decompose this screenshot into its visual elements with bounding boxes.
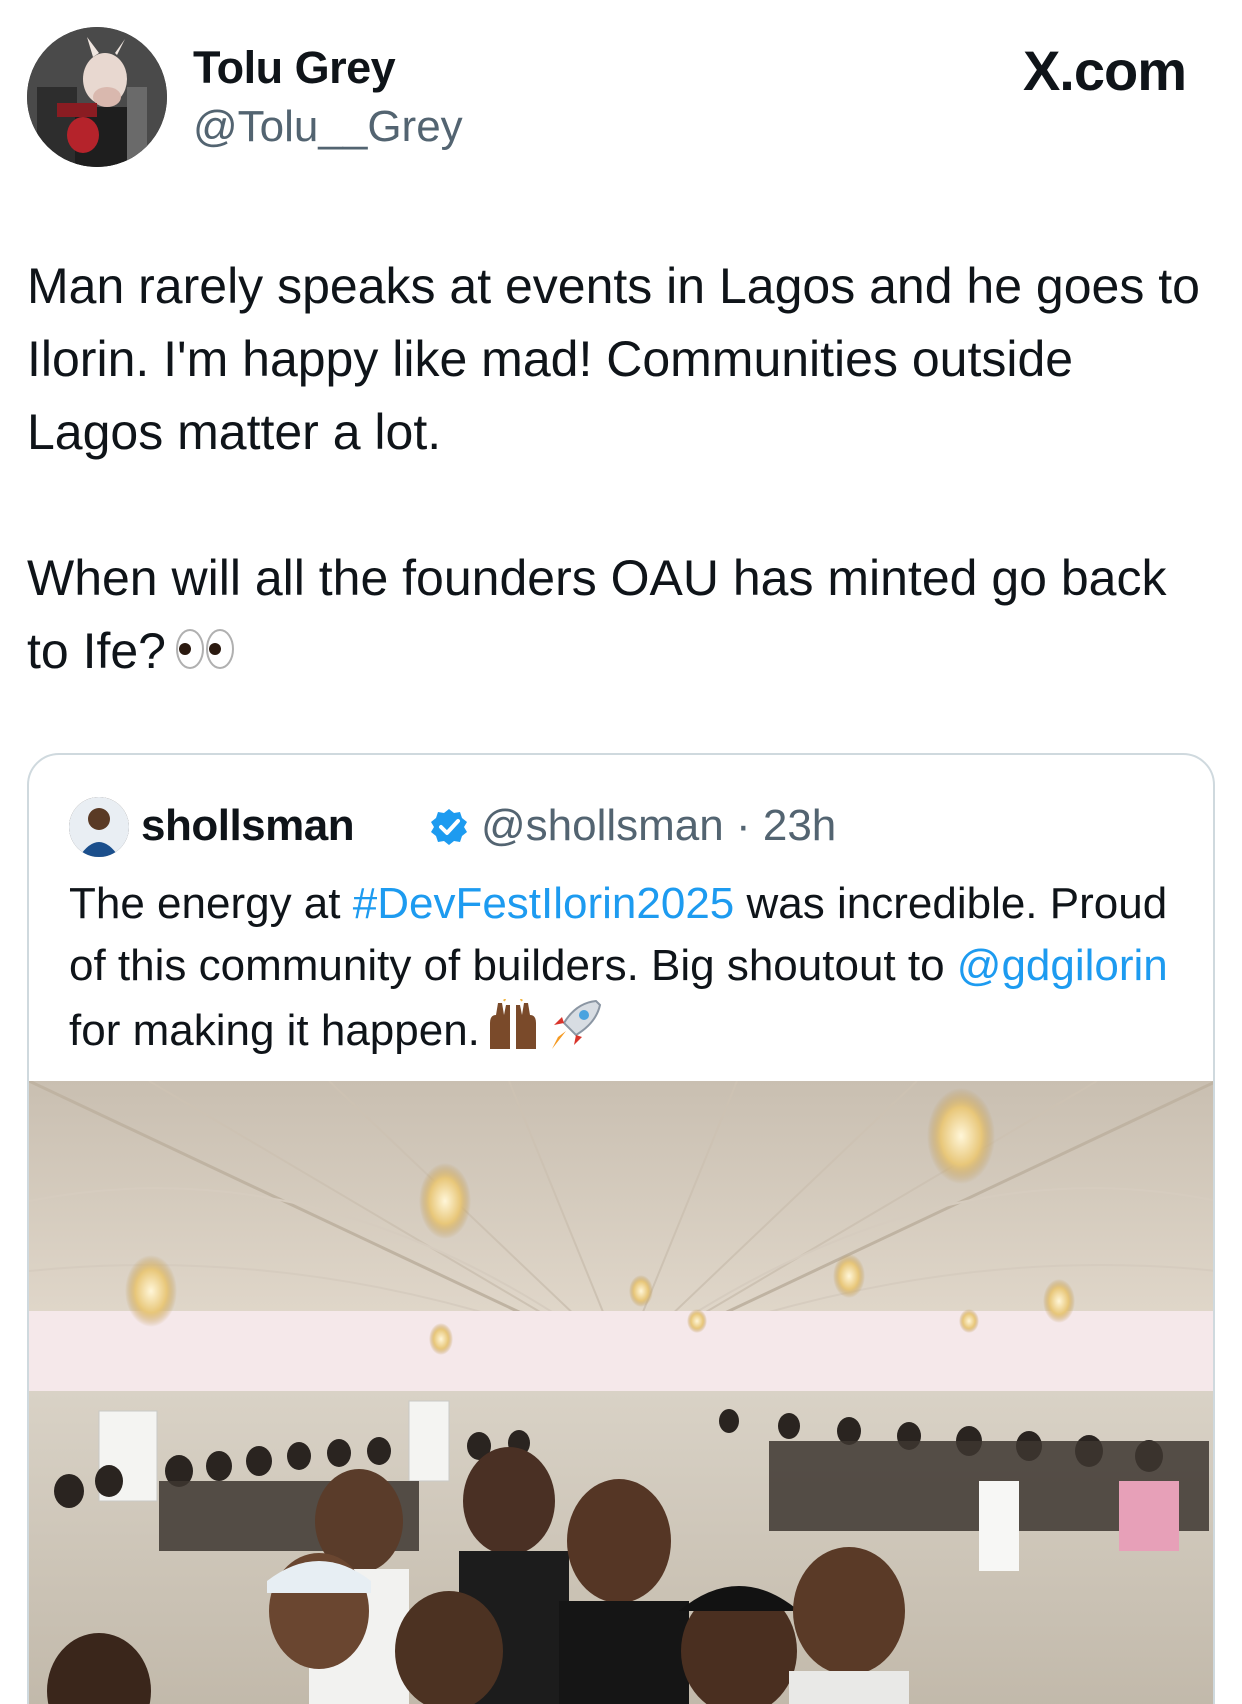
rocket-icon [546,997,604,1070]
quoted-tweet-body: The energy at #DevFestIlorin2025 was inc… [69,873,1189,1070]
author-avatar[interactable] [27,27,167,167]
quoted-tweet-header: shollsman @shollsman · 23h [69,797,1169,857]
author-name[interactable]: Tolu Grey [193,42,396,94]
x-logo: X.com [1022,39,1187,102]
tweet-paragraph-1: Man rarely speaks at events in Lagos and… [27,258,1214,460]
author-handle[interactable]: @Tolu__Grey [193,102,463,152]
verified-badge-icon [429,807,469,847]
hashtag-link[interactable]: #DevFestIlorin2025 [353,879,735,928]
raising-hands-icon [484,995,542,1068]
quoted-author-name[interactable]: shollsman [141,801,355,851]
quoted-text-segment: for making it happen. [69,1006,480,1056]
quoted-author-handle-time[interactable]: @shollsman · 23h [481,801,836,851]
tweet-header: Tolu Grey @Tolu__Grey X.com [0,0,1242,200]
quoted-tweet[interactable]: shollsman @shollsman · 23h The energy at… [27,753,1215,1704]
mention-link[interactable]: @gdgilorin [957,941,1168,990]
quoted-tweet-photo[interactable] [29,1081,1213,1704]
eyes-icon [174,618,236,691]
tweet-body: Man rarely speaks at events in Lagos and… [27,250,1222,691]
quoted-text-segment: The energy at [69,879,353,928]
quoted-author-avatar[interactable] [69,797,129,857]
